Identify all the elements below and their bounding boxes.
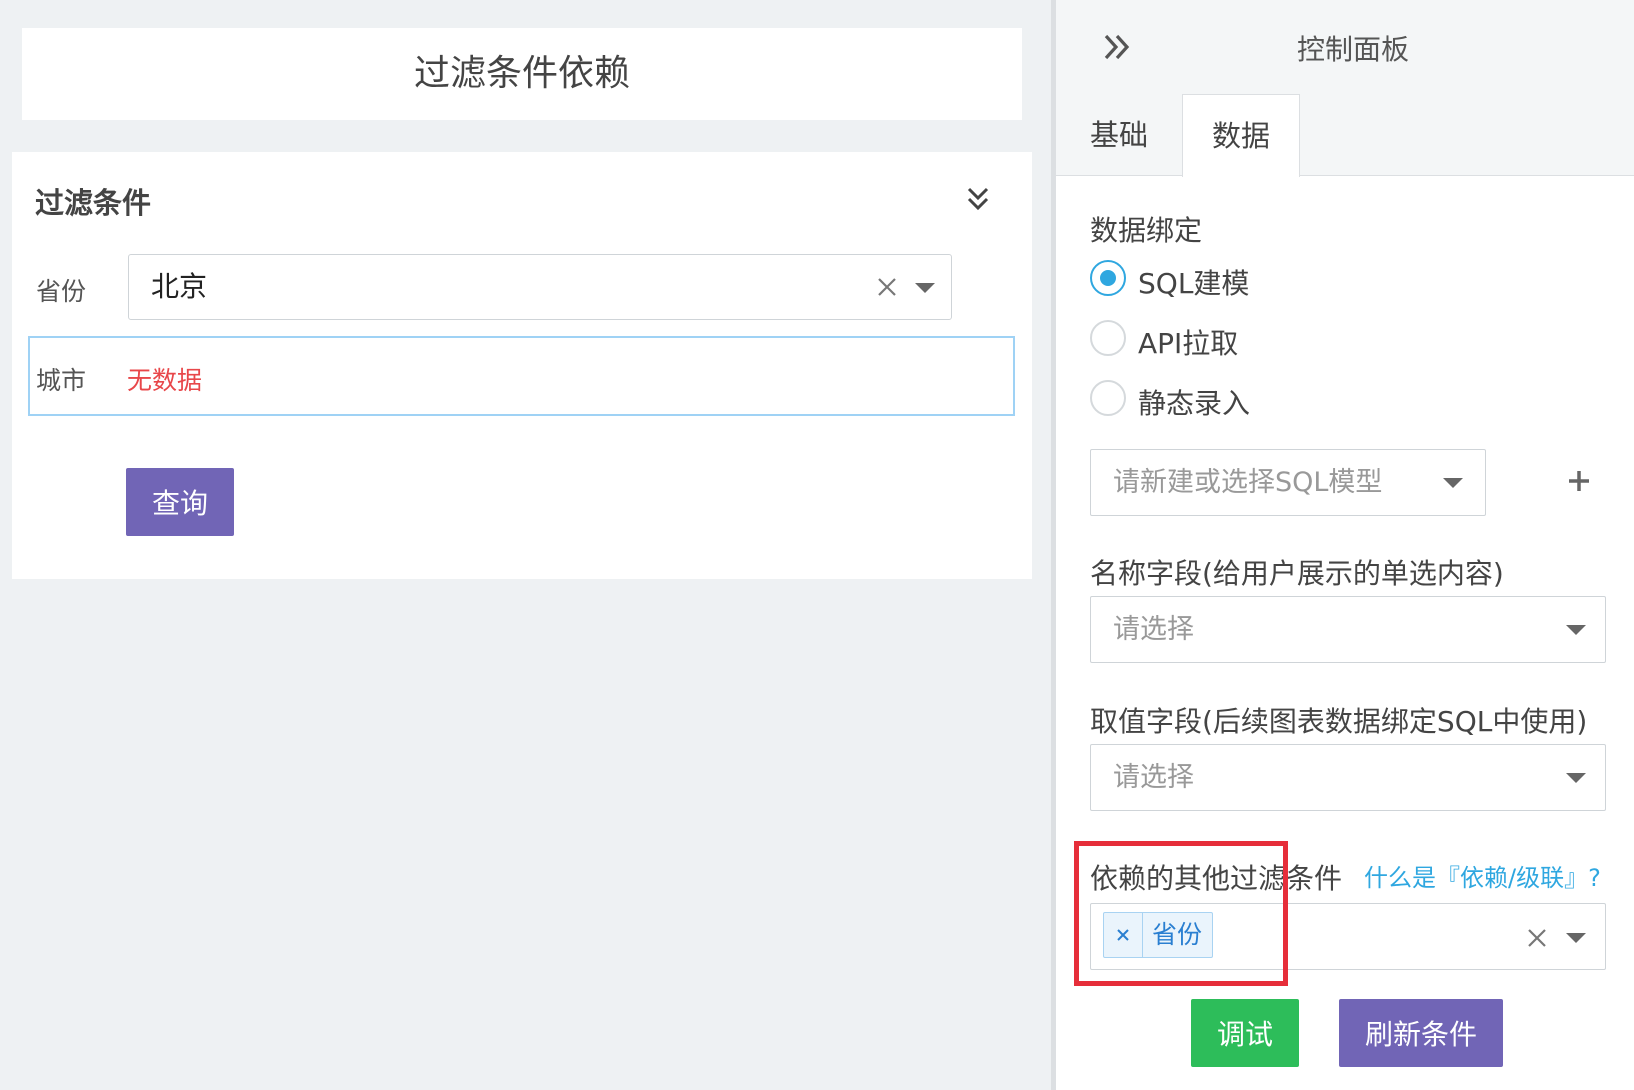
dependency-help-link[interactable]: 什么是『依赖/级联』? (1364, 858, 1601, 893)
name-field-placeholder: 请选择 (1113, 614, 1194, 645)
caret-down-icon[interactable] (1566, 933, 1586, 943)
radio-sql-model-label[interactable]: SQL建模 (1138, 262, 1249, 302)
debug-button[interactable]: 调试 (1191, 999, 1299, 1067)
refresh-conditions-button[interactable]: 刷新条件 (1339, 999, 1503, 1067)
close-icon[interactable] (875, 275, 899, 299)
value-field-placeholder: 请选择 (1113, 762, 1194, 793)
caret-down-icon[interactable] (1566, 625, 1586, 635)
page-title: 过滤条件依赖 (413, 53, 630, 94)
panel-title: 控制面板 (1297, 33, 1410, 66)
caret-down-icon[interactable] (1443, 478, 1463, 488)
name-field-select[interactable]: 请选择 (1090, 596, 1606, 663)
radio-api-fetch-label[interactable]: API拉取 (1138, 322, 1238, 362)
name-field-label: 名称字段(给用户展示的单选内容) (1090, 557, 1504, 590)
radio-api-fetch[interactable] (1090, 320, 1126, 356)
sql-model-select[interactable]: 请新建或选择SQL模型 (1090, 449, 1486, 516)
close-icon[interactable] (1525, 926, 1549, 950)
plus-icon[interactable] (1567, 469, 1591, 493)
double-chevron-right-icon[interactable] (1100, 30, 1134, 64)
province-select[interactable]: 北京 (128, 254, 952, 320)
tab-data[interactable]: 数据 (1182, 94, 1300, 177)
radio-sql-model[interactable] (1090, 260, 1126, 296)
value-field-select[interactable]: 请选择 (1090, 744, 1606, 811)
province-select-value: 北京 (151, 270, 208, 303)
city-label: 城市 (36, 366, 87, 395)
tab-basic[interactable]: 基础 (1072, 94, 1166, 176)
data-binding-label: 数据绑定 (1090, 214, 1203, 247)
value-field-label: 取值字段(后续图表数据绑定SQL中使用) (1090, 705, 1588, 738)
sql-model-placeholder: 请新建或选择SQL模型 (1113, 467, 1383, 498)
province-label: 省份 (36, 277, 87, 306)
caret-down-icon[interactable] (915, 283, 935, 293)
radio-static-input[interactable] (1090, 380, 1126, 416)
double-chevron-down-icon[interactable] (964, 184, 992, 214)
query-button[interactable]: 查询 (126, 468, 234, 536)
radio-static-input-label[interactable]: 静态录入 (1138, 382, 1250, 422)
city-no-data-text: 无数据 (127, 366, 203, 395)
page-title-card: 过滤条件依赖 (22, 28, 1022, 120)
caret-down-icon[interactable] (1566, 773, 1586, 783)
highlight-annotation-box (1074, 841, 1288, 986)
filter-card-title: 过滤条件 (35, 186, 152, 220)
